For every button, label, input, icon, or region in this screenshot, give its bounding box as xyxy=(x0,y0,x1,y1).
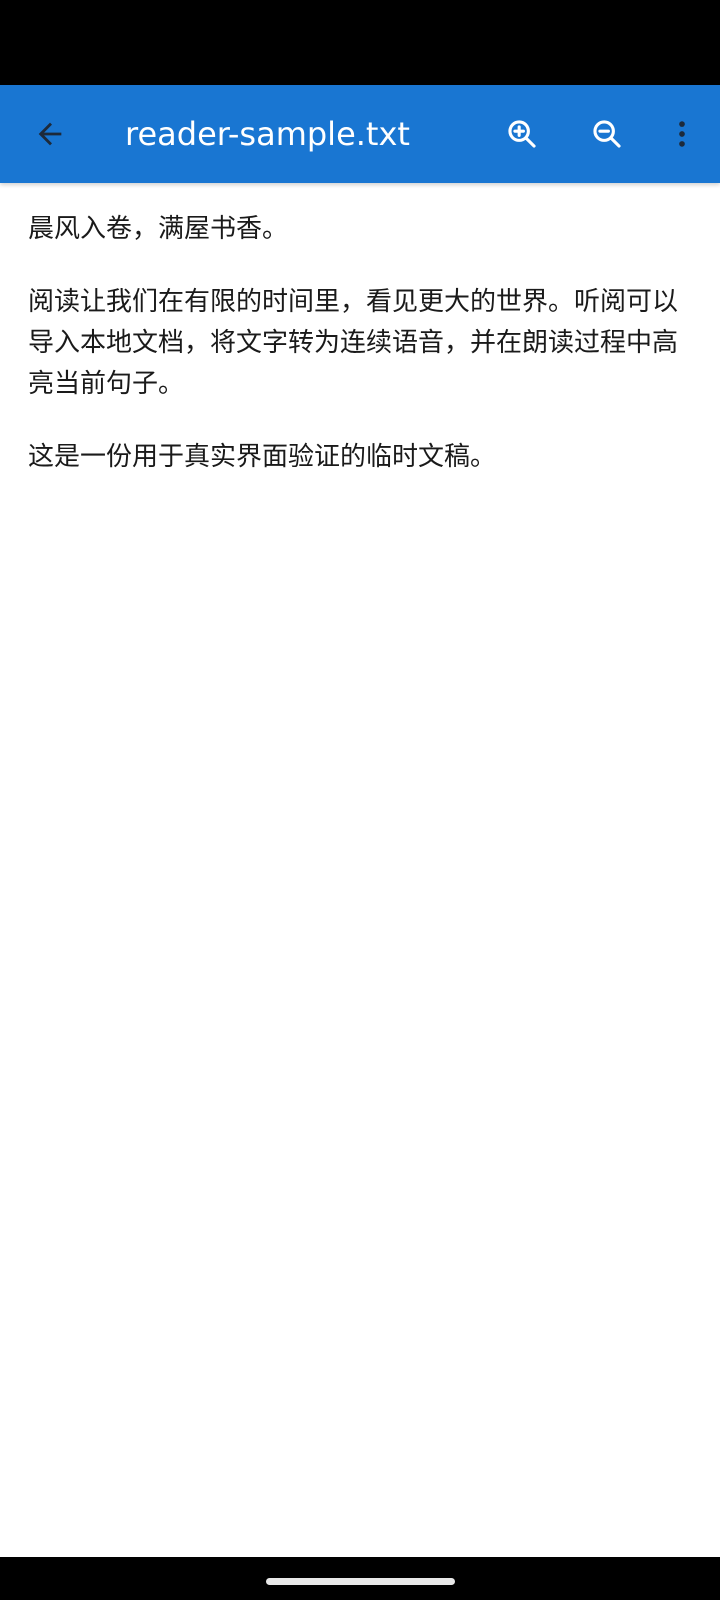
zoom-out-button[interactable] xyxy=(571,85,643,183)
document-content[interactable]: 晨风入卷，满屋书香。 阅读让我们在有限的时间里，看见更大的世界。听阅可以导入本地… xyxy=(0,183,720,1557)
zoom-in-icon xyxy=(505,117,539,151)
paragraph-3: 这是一份用于真实界面验证的临时文稿。 xyxy=(28,442,497,472)
status-bar xyxy=(0,0,720,85)
arrow-back-icon xyxy=(33,117,67,151)
paragraph-1: 晨风入卷，满屋书香。 xyxy=(28,214,289,244)
paragraph-2: 阅读让我们在有限的时间里，看见更大的世界。听阅可以导入本地文档，将文字转为连续语… xyxy=(28,287,679,399)
back-button[interactable] xyxy=(14,85,86,183)
zoom-in-button[interactable] xyxy=(486,85,558,183)
zoom-out-icon xyxy=(590,117,624,151)
home-indicator[interactable] xyxy=(266,1578,455,1585)
more-vert-icon xyxy=(665,117,699,151)
more-options-button[interactable] xyxy=(646,85,718,183)
app-bar: reader-sample.txt xyxy=(0,85,720,183)
document-title: reader-sample.txt xyxy=(125,115,410,153)
